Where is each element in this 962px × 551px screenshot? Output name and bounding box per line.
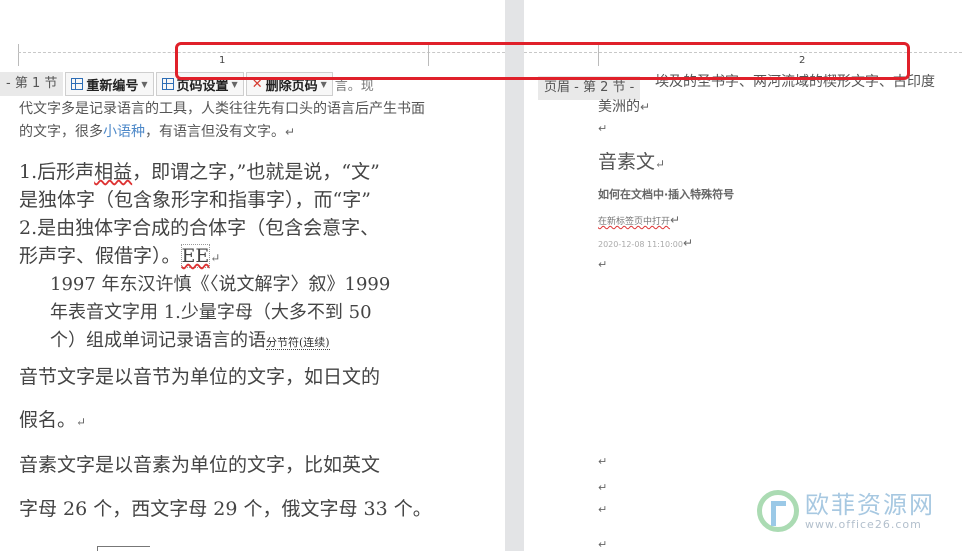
body-line: 形声字、假借字）。EE↵ [19, 244, 221, 268]
body-line: 假名。↵ [19, 409, 87, 431]
chevron-down-icon: ▼ [231, 79, 238, 89]
body-line: 字母 26 个，西文字母 29 个，俄文字母 33 个。 [19, 498, 432, 520]
document-page-2: 2 埃及的圣书字、两河流域的楔形文字、古印度 页眉 - 第 2 节 - 美洲的↵… [524, 0, 962, 551]
body-line: 2.是由独体字合成的合体字（包含会意字、 [19, 217, 380, 239]
page-corner-mark [18, 44, 19, 66]
body-line: 的文字，很多小语种，有语言但没有文字。↵ [19, 124, 296, 140]
link-text[interactable]: 小语种 [103, 124, 145, 140]
body-line: 1997 年东汉许慎《〈说文解字〉叙》1999 [50, 274, 391, 295]
paragraph-mark: ↵ [598, 538, 608, 551]
body-line: 美洲的↵ [598, 99, 651, 115]
chevron-down-icon: ▼ [141, 79, 148, 89]
body-line: 1.后形声相益，即谓之字，”也就是说，“文” [19, 161, 380, 183]
section-label: - 第 1 节 [0, 72, 64, 96]
paragraph-mark: ↵ [598, 481, 608, 494]
section-break-marker: 分节符(连续) [266, 336, 330, 350]
watermark: 欧菲资源网 www.office26.com [757, 490, 935, 532]
subheading: 如何在文档中·插入特殊符号 [598, 188, 735, 201]
meta-line: 在新标签页中打开↵ [598, 213, 681, 227]
document-page-1: 1 - 第 1 节 重新编号 ▼ 页码设置 ▼ ✕ 删除页码 ▼ 言。现 代文字… [0, 0, 505, 551]
renumber-icon [71, 78, 84, 90]
heading: 音素文↵ [598, 151, 666, 173]
spelling-flag: EE [180, 244, 211, 268]
paragraph-mark: ↵ [598, 503, 608, 516]
paragraph-mark: ↵ [598, 122, 608, 135]
body-line: 音节文字是以音节为单位的文字，如日文的 [19, 366, 381, 388]
watermark-logo-icon [757, 490, 799, 532]
chevron-down-icon: ▼ [320, 79, 327, 89]
spelling-flag: 相益 [94, 161, 133, 183]
body-line: 是独体字（包含象形字和指事字），而“字” [19, 189, 371, 211]
body-line: 个）组成单词记录语言的语分节符(连续) [50, 330, 330, 351]
date-line: 2020-12-08 11:10:00↵ [598, 236, 694, 250]
paragraph-mark: ↵ [598, 258, 608, 271]
body-line: 代文字多是记录语言的工具，人类往往先有口头的语言后产生书面 [19, 101, 425, 117]
page-gutter [505, 0, 524, 551]
highlight-annotation [175, 42, 910, 80]
body-line: 音素文字是以音素为单位的文字，比如英文 [19, 454, 381, 476]
renumber-button[interactable]: 重新编号 ▼ [65, 72, 154, 96]
watermark-url: www.office26.com [805, 517, 922, 531]
page-settings-icon [161, 78, 174, 90]
body-line: 年表音文字用 1.少量字母（大多不到 50 [50, 302, 372, 323]
paragraph-mark: ↵ [598, 455, 608, 468]
watermark-title: 欧菲资源网 [805, 490, 935, 519]
text-box-edge [97, 546, 150, 551]
renumber-label: 重新编号 [86, 78, 139, 94]
